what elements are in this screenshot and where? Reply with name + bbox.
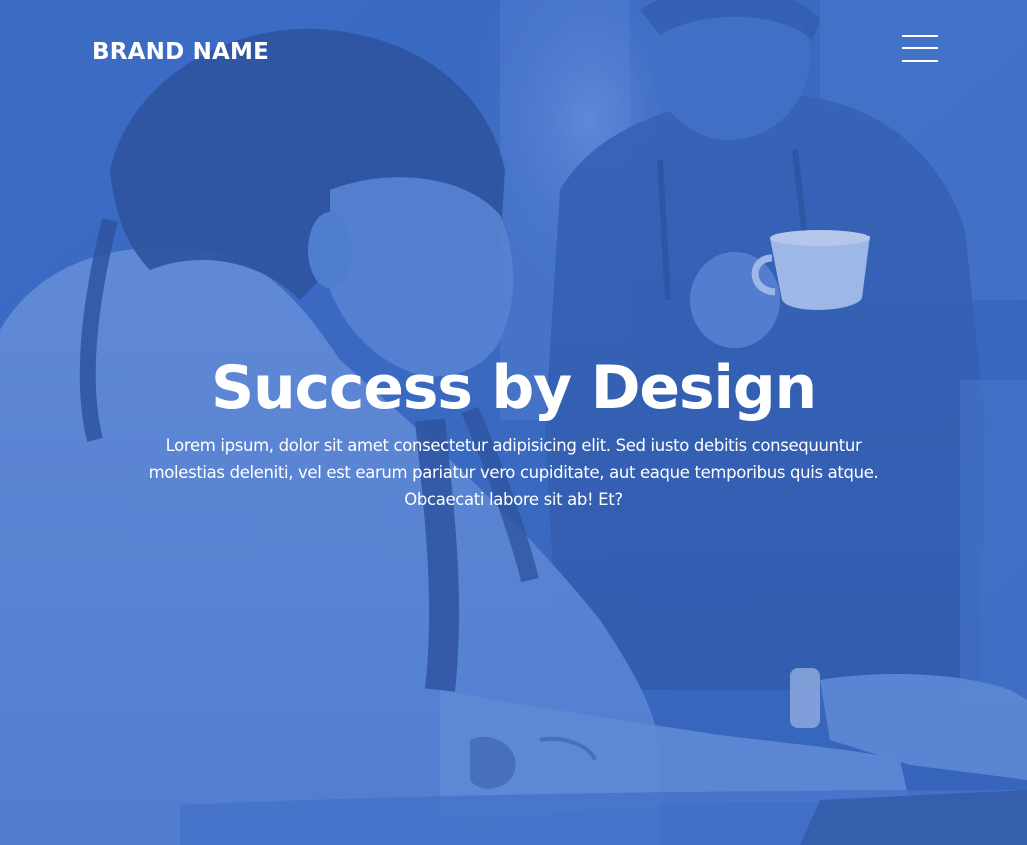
hero-content: Success by Design Lorem ipsum, dolor sit…: [120, 352, 907, 513]
brand-name[interactable]: BRAND NAME: [92, 38, 269, 66]
hero-title: Success by Design: [210, 353, 817, 423]
menu-line-middle: [902, 47, 938, 49]
menu-line-top: [902, 35, 938, 37]
menu-line-bottom: [902, 60, 938, 62]
hero-description: Lorem ipsum, dolor sit amet consectetur …: [148, 436, 879, 509]
hamburger-menu-icon[interactable]: [900, 32, 940, 66]
hero-section: BRAND NAME Success by Design Lorem ipsum…: [0, 0, 1027, 845]
